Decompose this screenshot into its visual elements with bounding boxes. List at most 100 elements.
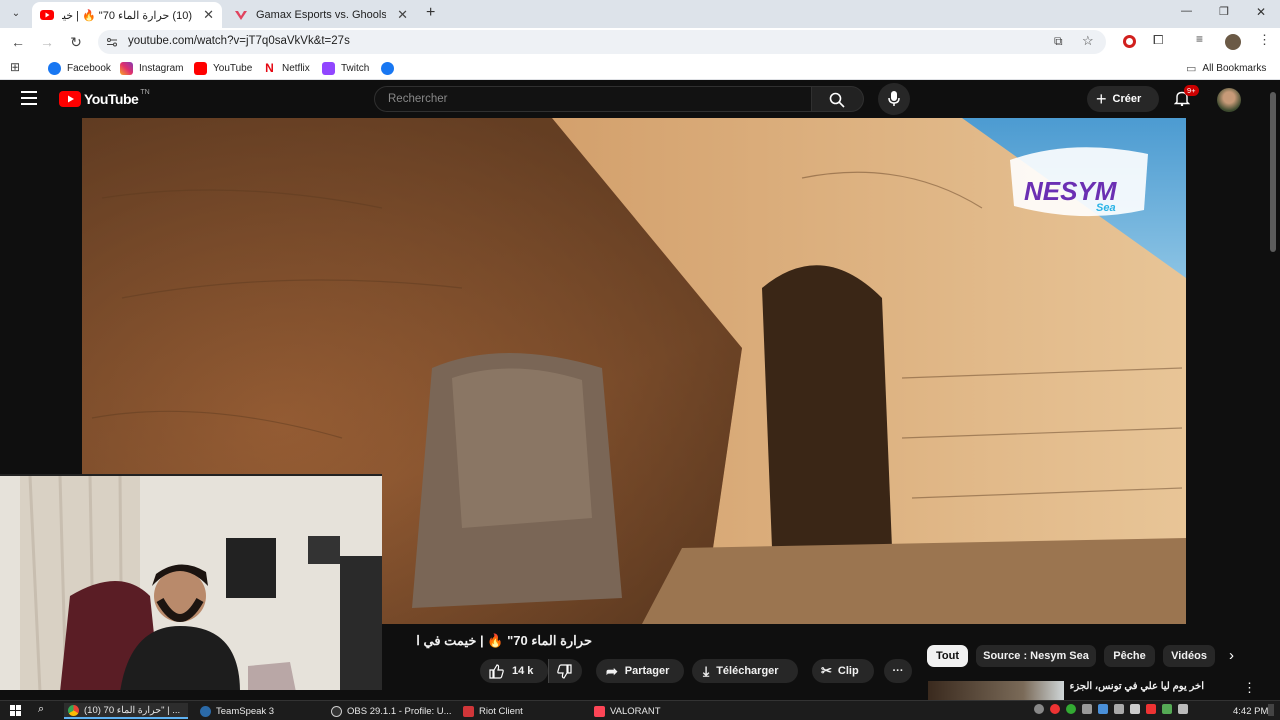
- video-title: حرارة الماء 70" 🔥 | خيمت في ا: [416, 633, 592, 648]
- chip-videos[interactable]: Vidéos: [1163, 645, 1215, 667]
- valorant-favicon-icon: [235, 11, 247, 20]
- tab-gamax[interactable]: Gamax Esports vs. Ghools Espo ✕: [226, 2, 416, 28]
- tray-icon: [1146, 704, 1156, 714]
- dislike-button[interactable]: [548, 659, 582, 683]
- tray-icon: [1034, 704, 1044, 714]
- channel-watermark-sub: Sea: [1096, 202, 1116, 214]
- url-text: youtube.com/watch?v=jT7q0saVkVk&t=27s: [128, 35, 350, 47]
- folder-icon: ▭: [1186, 62, 1197, 75]
- show-desktop-icon[interactable]: [1268, 704, 1274, 716]
- chrome-icon: [68, 704, 79, 716]
- taskbar-item-riot[interactable]: Riot Client: [463, 703, 523, 719]
- download-icon: ⤓: [703, 662, 710, 679]
- menu-icon[interactable]: ⋮: [1258, 32, 1271, 48]
- youtube-logo[interactable]: YouTube TN: [59, 89, 150, 107]
- bookmark-netflix[interactable]: N Netflix: [263, 60, 310, 76]
- tab-close-icon[interactable]: ✕: [203, 7, 214, 23]
- valorant-icon: [594, 705, 605, 717]
- share-icon: ➦: [606, 662, 618, 679]
- site-info-icon[interactable]: [106, 36, 118, 48]
- back-icon[interactable]: ←: [9, 33, 27, 51]
- search-button[interactable]: [812, 86, 864, 112]
- webcam-image: [0, 476, 382, 690]
- tray-icon: [1082, 704, 1092, 714]
- clock[interactable]: 4:42 PM: [1233, 703, 1268, 719]
- reload-icon[interactable]: ↻: [67, 33, 85, 51]
- tray-icon: [1162, 704, 1172, 714]
- address-bar[interactable]: youtube.com/watch?v=jT7q0saVkVk&t=27s ⧉ …: [98, 30, 1106, 54]
- plus-icon: +: [1096, 88, 1107, 109]
- recommended-title[interactable]: اخر يوم ليا علي في تونس، الجزء 2: [1070, 681, 1204, 695]
- hamburger-menu-icon[interactable]: [21, 91, 37, 105]
- scissors-icon: ✂: [821, 663, 832, 678]
- youtube-icon: [194, 61, 207, 75]
- close-window-icon[interactable]: ✕: [1256, 5, 1266, 19]
- windows-taskbar: ⌕ (10) حرارة الماء 70" | ... TeamSpeak 3…: [0, 700, 1280, 720]
- account-avatar[interactable]: [1217, 88, 1241, 112]
- tab-title: Gamax Esports vs. Ghools Espo: [256, 9, 386, 21]
- bookmark-youtube[interactable]: YouTube: [194, 60, 252, 76]
- volume-icon: [1130, 704, 1140, 714]
- youtube-header: YouTube TN Rechercher + Créer 9+: [0, 80, 1280, 118]
- bookmark-facebook-2[interactable]: [381, 60, 400, 76]
- recommended-menu-icon[interactable]: ⋮: [1243, 680, 1256, 696]
- thumbs-up-icon: [489, 663, 504, 679]
- tray-icon: [1066, 704, 1076, 714]
- network-icon: [1178, 704, 1188, 714]
- thumbs-down-icon: [557, 663, 572, 679]
- chip-peche[interactable]: Pêche: [1104, 645, 1155, 667]
- more-actions-button[interactable]: ···: [884, 659, 912, 683]
- riot-client-icon: [463, 705, 474, 717]
- chip-source[interactable]: Source : Nesym Sea: [976, 645, 1096, 667]
- youtube-logo-icon: [59, 91, 81, 107]
- bookmark-twitch[interactable]: Twitch: [322, 60, 369, 76]
- restore-icon[interactable]: ❐: [1219, 5, 1229, 18]
- opera-extension-icon[interactable]: [1123, 35, 1136, 48]
- download-button[interactable]: ⤓ Télécharger: [692, 659, 798, 683]
- tab-youtube[interactable]: (10) حرارة الماء 70" 🔥 | خيمت فـ ✕: [32, 2, 222, 28]
- tab-title: (10) حرارة الماء 70" 🔥 | خيمت فـ: [62, 9, 192, 22]
- tray-icon: [1114, 704, 1124, 714]
- tray-icon: [1098, 704, 1108, 714]
- taskbar-item-teamspeak[interactable]: TeamSpeak 3: [200, 703, 274, 719]
- notifications-button[interactable]: 9+: [1173, 85, 1199, 108]
- bookmark-facebook[interactable]: Facebook: [48, 60, 111, 76]
- instagram-icon: [120, 61, 133, 75]
- system-tray[interactable]: [1034, 704, 1188, 714]
- like-button[interactable]: 14 k: [480, 659, 548, 683]
- create-button[interactable]: + Créer: [1087, 86, 1159, 112]
- clip-button[interactable]: ✂ Clip: [812, 659, 874, 683]
- install-icon[interactable]: ⧉: [1054, 34, 1063, 49]
- new-tab-icon[interactable]: +: [426, 4, 435, 22]
- apps-icon[interactable]: ⊞: [10, 60, 20, 74]
- search-icon: [829, 92, 845, 108]
- taskbar-item-chrome[interactable]: (10) حرارة الماء 70" | ...: [64, 703, 188, 719]
- chip-all[interactable]: Tout: [927, 645, 968, 667]
- facebook-icon: [48, 61, 61, 75]
- taskbar-item-valorant[interactable]: VALORANT: [594, 703, 661, 719]
- microphone-icon: [888, 91, 900, 106]
- profile-avatar[interactable]: [1225, 34, 1241, 50]
- bookmark-instagram[interactable]: Instagram: [120, 60, 183, 76]
- youtube-favicon-icon: [40, 10, 54, 20]
- search-input[interactable]: Rechercher: [374, 86, 812, 112]
- tab-close-icon[interactable]: ✕: [397, 7, 408, 23]
- taskbar-item-obs[interactable]: OBS 29.1.1 - Profile: U...: [331, 703, 452, 719]
- recommended-thumbnail[interactable]: [928, 681, 1064, 700]
- forward-icon[interactable]: →: [38, 33, 56, 51]
- voice-search-button[interactable]: [878, 83, 910, 115]
- minimize-icon[interactable]: —: [1181, 5, 1192, 17]
- tab-strip: ⌄ (10) حرارة الماء 70" 🔥 | خيمت فـ ✕ Gam…: [0, 0, 1280, 28]
- chips-next-icon[interactable]: ›: [1229, 647, 1234, 664]
- taskbar-search-icon[interactable]: ⌕: [38, 703, 44, 716]
- tab-search-icon[interactable]: ⌄: [8, 6, 24, 22]
- media-icon[interactable]: ≡: [1196, 32, 1203, 46]
- share-button[interactable]: ➦ Partager: [596, 659, 684, 683]
- all-bookmarks[interactable]: ▭ All Bookmarks: [1186, 60, 1266, 76]
- extensions-icon[interactable]: ⧠: [1153, 32, 1163, 48]
- facebook-icon: [381, 61, 394, 75]
- page-scrollbar[interactable]: [1270, 92, 1276, 252]
- tray-icon: [1050, 704, 1060, 714]
- windows-start-icon[interactable]: [10, 705, 21, 716]
- bookmark-star-icon[interactable]: ☆: [1082, 33, 1094, 49]
